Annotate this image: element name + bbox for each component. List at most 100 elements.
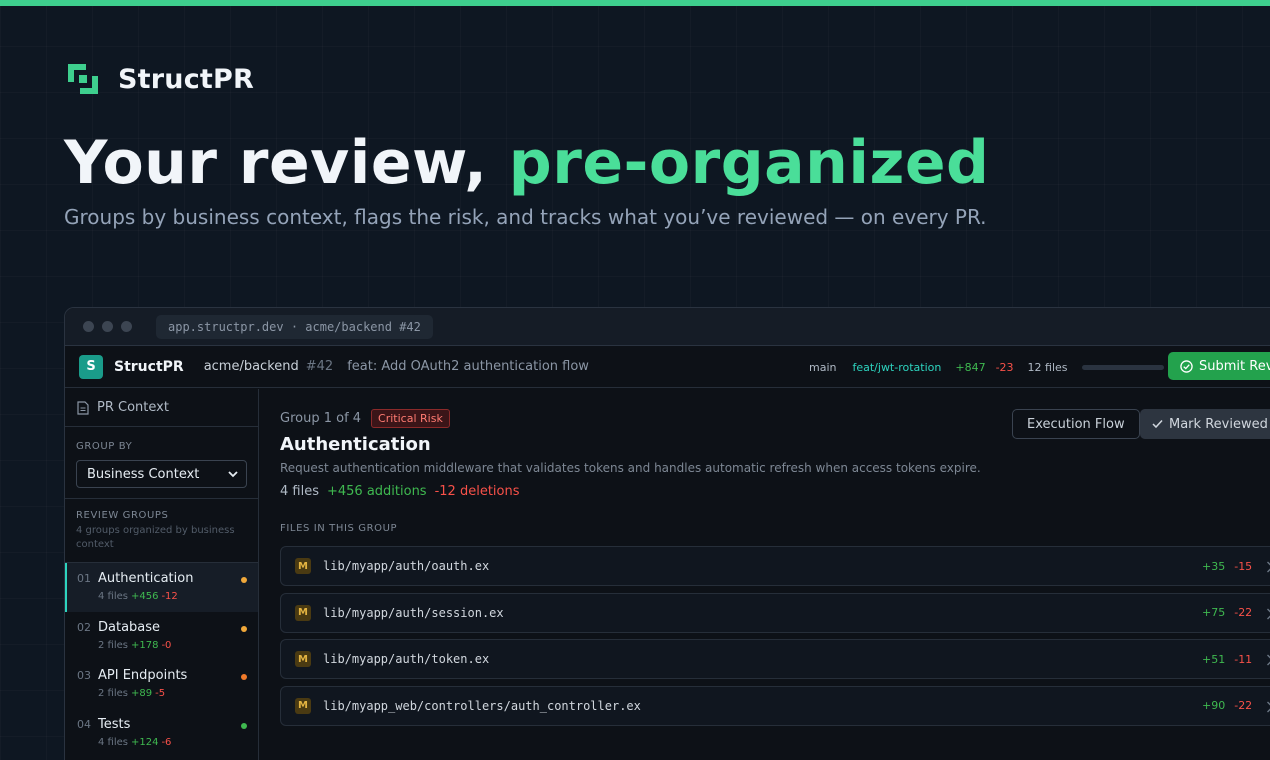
group-status-dot <box>241 674 247 680</box>
headline-main: Your review, <box>64 128 509 198</box>
group-item-api-endpoints[interactable]: 03 API Endpoints 2 files +89 -5 <box>65 660 258 709</box>
app-header: S StructPR acme/backend #42 feat: Add OA… <box>65 346 1270 388</box>
chevron-right-icon <box>1267 701 1270 712</box>
group-name: Authentication <box>98 571 194 586</box>
file-stats: +90 -22 <box>1202 699 1252 712</box>
pr-deletions: -23 <box>995 360 1014 374</box>
review-groups-label: REVIEW GROUPS <box>76 510 169 521</box>
file-deletions: -22 <box>1234 699 1253 712</box>
group-item-tests[interactable]: 04 Tests 4 files +124 -6 <box>65 709 258 758</box>
browser-chrome: app.structpr.dev · acme/backend #42 <box>65 308 1270 346</box>
group-file-count: 4 files <box>98 591 128 602</box>
chevron-down-icon <box>228 470 238 477</box>
group-name: Database <box>98 619 161 635</box>
window-minimize-dot[interactable] <box>102 321 113 332</box>
head-branch: feat/jwt-rotation <box>852 360 942 374</box>
group-status-dot <box>241 577 247 583</box>
group-detail: Group 1 of 4 Critical Risk Authenticatio… <box>260 389 1270 760</box>
modified-badge: M <box>295 604 311 621</box>
review-groups-desc: 4 groups organized by business context <box>76 525 235 550</box>
file-list: M lib/myapp/auth/oauth.ex +35 -15 M lib/m… <box>280 546 1270 726</box>
mark-reviewed-label: Mark Reviewed <box>1169 416 1268 432</box>
file-stats: +51 -11 <box>1202 653 1252 666</box>
file-row[interactable]: M lib/myapp/auth/token.ex +51 -11 <box>280 639 1270 679</box>
group-by-select[interactable]: Business Context <box>76 460 247 488</box>
file-additions: +35 <box>1202 559 1226 573</box>
group-additions: +124 <box>130 736 159 748</box>
sidebar: PR Context GROUP BY Business Context REV… <box>65 389 259 760</box>
group-by-section: GROUP BY Business Context <box>65 427 258 499</box>
group-additions: +456 <box>130 591 159 602</box>
group-number: 03 <box>77 669 91 682</box>
top-accent-bar <box>0 0 1270 6</box>
file-deletions: -22 <box>1234 606 1253 619</box>
pr-title: feat: Add OAuth2 authentication flow <box>347 359 589 374</box>
mark-reviewed-button[interactable]: Mark Reviewed <box>1140 409 1270 439</box>
file-path: lib/myapp/auth/oauth.ex <box>323 559 490 573</box>
file-deletions: -15 <box>1234 559 1253 573</box>
checkmark-icon <box>1152 419 1163 429</box>
group-additions: +89 <box>130 688 153 699</box>
group-by-value: Business Context <box>87 466 200 482</box>
submit-review-button[interactable]: Submit Review <box>1168 352 1270 380</box>
file-path: lib/myapp/auth/session.ex <box>323 605 504 620</box>
document-icon <box>77 400 89 415</box>
app-logo-badge: S <box>79 354 103 379</box>
file-path: lib/myapp/auth/token.ex <box>323 652 490 666</box>
group-deletions: -12 <box>161 591 178 602</box>
group-item-database[interactable]: 02 Database 2 files +178 -0 <box>65 612 258 661</box>
modified-badge: M <box>295 558 311 574</box>
submit-review-label: Submit Review <box>1199 358 1270 374</box>
structpr-logo-icon <box>68 64 98 94</box>
modified-badge: M <box>295 697 311 714</box>
group-file-count: 2 files <box>98 639 128 651</box>
repo-name[interactable]: acme/backend <box>204 359 299 374</box>
hero-brand-name: StructPR <box>118 63 254 95</box>
hero-headline: Your review, pre-organized <box>64 128 990 198</box>
group-deletions: -0 <box>161 639 172 651</box>
execution-flow-button[interactable]: Execution Flow <box>1012 409 1140 439</box>
hero-logo: StructPR <box>66 62 254 96</box>
window-close-dot[interactable] <box>83 321 94 332</box>
pr-context-label: PR Context <box>97 400 169 415</box>
chevron-right-icon <box>1267 608 1270 619</box>
review-progress-bar <box>1081 364 1164 370</box>
base-branch: main <box>809 360 837 374</box>
pr-meta: main feat/jwt-rotation +847 -23 12 files <box>809 346 1164 388</box>
url-bar[interactable]: app.structpr.dev · acme/backend #42 <box>156 314 433 339</box>
file-deletions: -11 <box>1234 652 1253 666</box>
headline-accent: pre-organized <box>508 128 990 198</box>
group-item-authentication[interactable]: 01 Authentication 4 files +456 -12 <box>65 563 258 612</box>
group-number: 01 <box>77 572 91 585</box>
file-stats: +75 -22 <box>1202 606 1252 619</box>
file-row[interactable]: M lib/myapp/auth/oauth.ex +35 -15 <box>280 546 1270 586</box>
chevron-right-icon <box>1267 654 1270 666</box>
group-number: 04 <box>77 717 91 731</box>
pr-context-link[interactable]: PR Context <box>65 389 258 427</box>
group-file-count: 2 files <box>98 688 128 699</box>
file-path: lib/myapp_web/controllers/auth_controlle… <box>323 698 641 713</box>
file-additions: +51 <box>1202 652 1226 666</box>
app-name: StructPR <box>114 358 184 375</box>
risk-badge: Critical Risk <box>371 409 450 428</box>
files-heading: FILES IN THIS GROUP <box>280 523 398 534</box>
file-row[interactable]: M lib/myapp_web/controllers/auth_control… <box>280 685 1270 726</box>
pr-file-count: 12 files <box>1027 360 1068 374</box>
group-file-count: 4 files <box>98 736 128 748</box>
window-maximize-dot[interactable] <box>121 321 132 332</box>
group-stats: 4 files +456 additions -12 deletions <box>280 484 1270 499</box>
group-deletions: -5 <box>155 688 166 699</box>
pr-additions: +847 <box>955 360 986 374</box>
group-status-dot <box>241 722 247 729</box>
pr-number: #42 <box>305 359 334 374</box>
group-by-label: GROUP BY <box>76 441 133 452</box>
check-circle-icon <box>1180 359 1193 373</box>
file-additions: +75 <box>1202 606 1226 619</box>
file-additions: +90 <box>1202 699 1226 712</box>
file-row[interactable]: M lib/myapp/auth/session.ex +75 -22 <box>280 592 1270 633</box>
group-name: Tests <box>98 716 131 732</box>
group-deletions-total: -12 deletions <box>434 484 520 499</box>
group-status-dot <box>241 625 247 632</box>
group-counter: Group 1 of 4 <box>280 411 362 426</box>
app-window: app.structpr.dev · acme/backend #42 S St… <box>64 307 1270 760</box>
